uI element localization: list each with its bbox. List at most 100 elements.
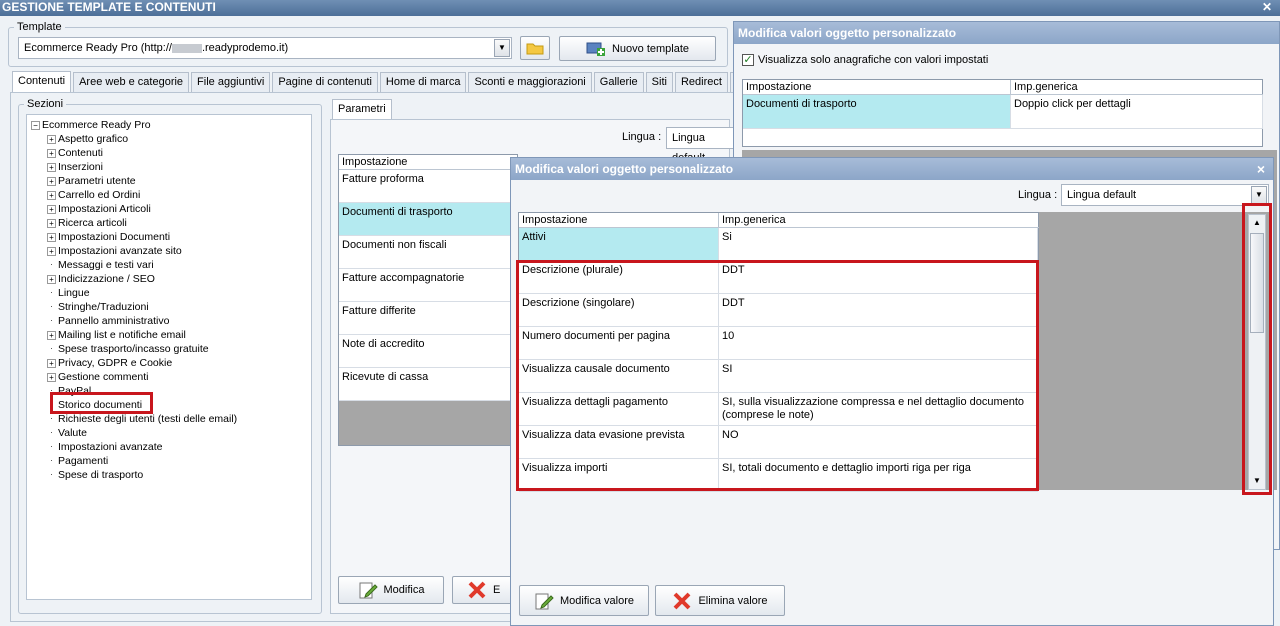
- tree-item-label: Carrello ed Ordini: [58, 189, 141, 201]
- leaf-line-icon: ·: [47, 260, 56, 270]
- tree-item-label: Impostazioni Articoli: [58, 203, 151, 215]
- tab-3[interactable]: Pagine di contenuti: [272, 72, 378, 92]
- dialog1-checkbox-row[interactable]: ✓ Visualizza solo anagrafiche con valori…: [742, 54, 988, 66]
- params-row[interactable]: Documenti di trasporto: [339, 203, 517, 236]
- tree-item[interactable]: + Aspetto grafico: [47, 133, 128, 146]
- tree-item[interactable]: · Impostazioni avanzate: [47, 441, 162, 454]
- highlight-rows: [516, 260, 1039, 491]
- dialog1-setting-cell[interactable]: Documenti di trasporto: [743, 95, 1011, 129]
- template-label: Template: [14, 21, 65, 33]
- template-select[interactable]: Ecommerce Ready Pro (http:// .readyprodem…: [18, 37, 512, 59]
- tab-8[interactable]: Redirect: [674, 72, 728, 92]
- tree-item[interactable]: · Stringhe/Traduzioni: [47, 301, 149, 314]
- main-tabs: Contenuti Aree web e categorie File aggiun…: [12, 71, 802, 93]
- add-template-icon: [586, 42, 605, 56]
- close-icon[interactable]: ×: [1257, 158, 1265, 180]
- modifica-valore-button[interactable]: Modifica valore: [519, 585, 649, 616]
- chevron-down-icon[interactable]: ▼: [1251, 186, 1267, 204]
- params-row[interactable]: Note di accredito: [339, 335, 517, 368]
- params-lingua-label: Lingua :: [622, 131, 662, 143]
- tree-item[interactable]: · Pagamenti: [47, 455, 108, 468]
- tab-0[interactable]: Contenuti: [12, 71, 72, 93]
- params-row[interactable]: Fatture proforma: [339, 170, 517, 203]
- dialog2-lingua-label: Lingua :: [1018, 189, 1058, 201]
- tab-6[interactable]: Gallerie: [593, 72, 644, 92]
- expand-icon: +: [47, 232, 56, 242]
- tree-item[interactable]: · Spese di trasporto: [47, 469, 143, 482]
- template-value-suffix: .readyprodemo.it): [201, 42, 289, 54]
- template-value: Ecommerce Ready Pro (http://: [24, 42, 172, 54]
- tree-item-label: Pagamenti: [58, 455, 109, 467]
- expand-icon: +: [47, 372, 56, 382]
- tree-item[interactable]: + Inserzioni: [47, 161, 103, 174]
- elimina-valore-button[interactable]: Elimina valore: [655, 585, 785, 616]
- edit-icon: [359, 582, 378, 599]
- tree-item[interactable]: + Carrello ed Ordini: [47, 189, 140, 202]
- chevron-down-icon[interactable]: ▼: [494, 39, 510, 57]
- close-icon[interactable]: ✕: [1262, 0, 1272, 15]
- open-folder-button[interactable]: [520, 36, 550, 60]
- tree-item[interactable]: · Richieste degli utenti (testi delle ema…: [47, 413, 237, 426]
- tree-item[interactable]: · Pannello amministrativo: [47, 315, 169, 328]
- tree-item[interactable]: · Valute: [47, 427, 87, 440]
- new-template-button[interactable]: Nuovo template: [559, 36, 716, 61]
- tab-7[interactable]: Siti: [645, 72, 673, 92]
- tree-item[interactable]: + Ricerca articoli: [47, 217, 127, 230]
- highlight-scrollbar: [1242, 203, 1272, 495]
- dialog1-value-cell[interactable]: Doppio click per dettagli: [1011, 95, 1263, 129]
- tree-item-label: Spese di trasporto: [58, 469, 144, 481]
- tab-parametri[interactable]: Parametri: [332, 99, 392, 119]
- tab-1[interactable]: Aree web e categorie: [73, 72, 190, 92]
- value-cell[interactable]: Si: [719, 228, 1038, 261]
- tree-item[interactable]: + Impostazioni Articoli: [47, 203, 151, 216]
- dialog1-col2: Imp.generica: [1011, 80, 1263, 95]
- tree-item-label: Impostazioni avanzate sito: [58, 245, 182, 257]
- params-row[interactable]: Fatture differite: [339, 302, 517, 335]
- tree-item-label: Lingue: [58, 287, 90, 299]
- leaf-line-icon: ·: [47, 414, 56, 424]
- expand-icon: +: [47, 134, 56, 144]
- expand-icon: +: [47, 204, 56, 214]
- tree-item[interactable]: · Lingue: [47, 287, 90, 300]
- modifica-button[interactable]: Modifica: [338, 576, 444, 604]
- tree-item-label: Contenuti: [58, 147, 103, 159]
- tree-item[interactable]: + Privacy, GDPR e Cookie: [47, 357, 172, 370]
- params-row[interactable]: Ricevute di cassa: [339, 368, 517, 401]
- tree-item[interactable]: + Contenuti: [47, 147, 103, 160]
- expand-icon: +: [47, 218, 56, 228]
- tree-item[interactable]: · Messaggi e testi vari: [47, 259, 154, 272]
- tree-item-label: Ricerca articoli: [58, 217, 127, 229]
- sections-label: Sezioni: [24, 98, 67, 110]
- tab-5[interactable]: Sconti e maggiorazioni: [468, 72, 592, 92]
- params-row[interactable]: Documenti non fiscali: [339, 236, 517, 269]
- checkbox-checked-icon[interactable]: ✓: [742, 54, 754, 66]
- tree-item-label: Pannello amministrativo: [58, 315, 170, 327]
- setting-cell[interactable]: Attivi: [519, 228, 719, 261]
- dialog1-grid: Impostazione Imp.generica Documenti di t…: [742, 79, 1263, 147]
- tree-item[interactable]: · Spese trasporto/incasso gratuite: [47, 343, 209, 356]
- highlight-storico: [50, 392, 153, 414]
- tree-item[interactable]: + Mailing list e notifiche email: [47, 329, 186, 342]
- tree-item-label: Indicizzazione / SEO: [58, 273, 155, 285]
- tree-item[interactable]: + Indicizzazione / SEO: [47, 273, 155, 286]
- tree-item-label: Aspetto grafico: [58, 133, 129, 145]
- sections-tree: − Ecommerce Ready Pro + Aspetto grafico + Co…: [26, 114, 312, 600]
- dialog2-col2: Imp.generica: [719, 213, 1039, 228]
- params-row[interactable]: Fatture accompagnatorie: [339, 269, 517, 302]
- dialog2-lingua-select[interactable]: Lingua default ▼: [1061, 184, 1269, 206]
- edit-icon: [535, 593, 554, 609]
- tree-root[interactable]: − Ecommerce Ready Pro: [31, 119, 151, 132]
- dialog2-title: Modifica valori oggetto personalizzato ×: [511, 158, 1273, 180]
- tab-2[interactable]: File aggiuntivi: [191, 72, 271, 92]
- tab-4[interactable]: Home di marca: [379, 72, 467, 92]
- dialog1-title: Modifica valori oggetto personalizzato: [734, 22, 1279, 44]
- tree-item[interactable]: + Impostazioni Documenti: [47, 231, 170, 244]
- params-grid: Impostazione Fatture proforma Documenti d…: [338, 154, 518, 446]
- elimina-button[interactable]: E: [452, 576, 514, 604]
- tree-item[interactable]: + Gestione commenti: [47, 371, 148, 384]
- tree-item-label: Mailing list e notifiche email: [58, 329, 186, 341]
- tree-item[interactable]: + Parametri utente: [47, 175, 136, 188]
- tree-item-label: Impostazioni Documenti: [58, 231, 171, 243]
- tree-item[interactable]: + Impostazioni avanzate sito: [47, 245, 182, 258]
- params-lingua-select[interactable]: Lingua default: [666, 127, 736, 164]
